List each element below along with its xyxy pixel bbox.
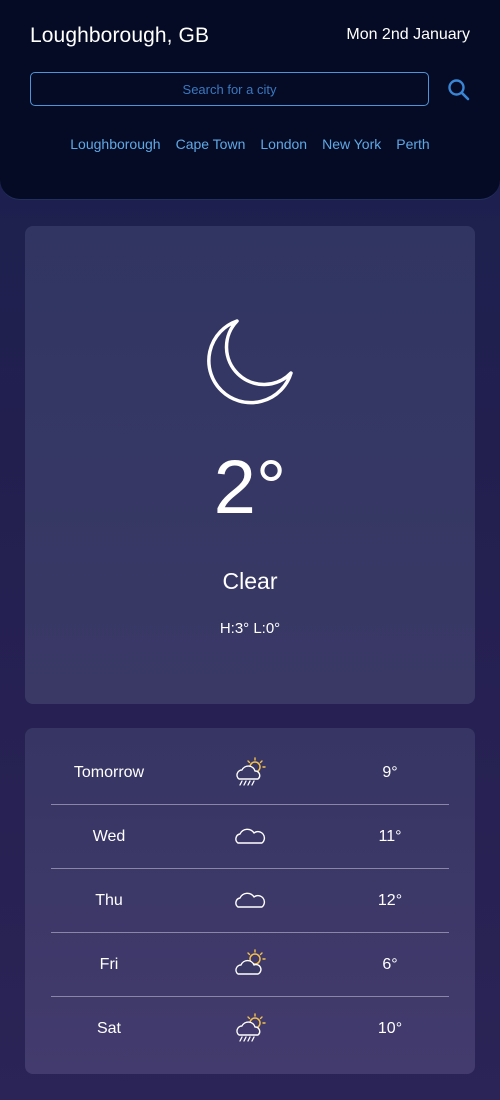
current-condition: Clear [222, 568, 278, 594]
forecast-temperature: 11° [378, 828, 402, 845]
city-link-new-york[interactable]: New York [322, 136, 381, 152]
current-temperature: 2° [213, 445, 287, 530]
city-link-perth[interactable]: Perth [396, 136, 429, 152]
city-link-loughborough[interactable]: Loughborough [70, 136, 160, 152]
cloud-icon [235, 828, 266, 844]
forecast-day: Sat [96, 1020, 121, 1037]
forecast-day: Fri [99, 956, 119, 973]
forecast-row: Tomorrow 9° [51, 741, 449, 805]
city-link-london[interactable]: London [260, 136, 307, 152]
sun-cloud-rain-icon [236, 757, 266, 786]
city-title: Loughborough, GB [30, 24, 210, 47]
city-search-input[interactable] [30, 72, 429, 106]
high-low-temperature: H:3° L:0° [219, 620, 281, 637]
moon-icon [207, 319, 293, 405]
forecast-row: Sat 10° [51, 997, 449, 1061]
quick-city-links: Loughborough Cape Town London New York P… [0, 136, 500, 152]
forecast-row: Wed 11° [51, 805, 449, 869]
cloud-icon [235, 892, 266, 908]
forecast-day: Thu [95, 892, 123, 909]
search-button[interactable] [446, 77, 472, 103]
app-header: Loughborough, GB Mon 2nd January Loughbo… [0, 0, 500, 200]
forecast-temperature: 12° [377, 892, 403, 909]
forecast-day: Wed [92, 828, 126, 845]
forecast-temperature: 9° [382, 764, 398, 781]
forecast-temperature: 10° [377, 1020, 403, 1037]
forecast-day: Tomorrow [73, 764, 145, 781]
search-icon [448, 79, 470, 101]
city-link-cape-town[interactable]: Cape Town [176, 136, 246, 152]
forecast-temperature: 6° [382, 956, 398, 973]
forecast-row: Thu 12° [51, 869, 449, 933]
forecast-row: Fri 6° [51, 933, 449, 997]
sun-cloud-icon [235, 949, 266, 975]
current-date: Mon 2nd January [346, 26, 470, 43]
sun-cloud-rain-icon [236, 1013, 266, 1042]
